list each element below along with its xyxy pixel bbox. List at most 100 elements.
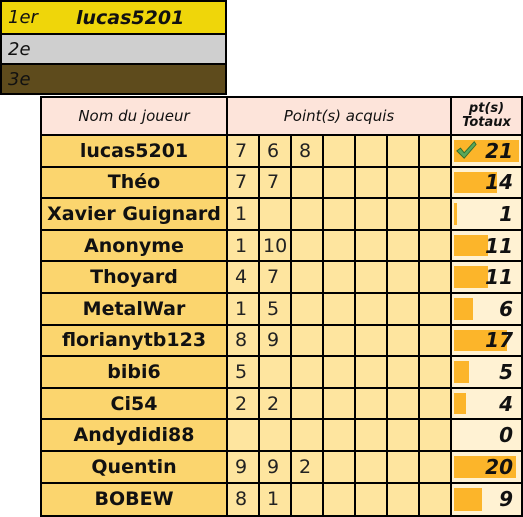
total-value: 20 <box>485 454 513 479</box>
point-cell: 2 <box>228 388 260 419</box>
point-cell <box>420 199 452 229</box>
point-cell <box>420 325 452 356</box>
point-cell <box>420 230 452 261</box>
podium-second: 2e <box>2 33 225 63</box>
header-total-line1: pt(s) <box>468 101 505 116</box>
point-cell: 8 <box>292 136 324 166</box>
table-body: lucas5201 7 6 8 21 Théo 7 7 14 Xavier Guignard 1 1 A… <box>42 136 521 516</box>
point-cell <box>420 451 452 482</box>
total-bar <box>454 487 482 512</box>
total-bar <box>454 361 469 383</box>
total-cell: 21 <box>452 136 521 166</box>
point-cell: 4 <box>228 262 260 292</box>
total-bar <box>454 234 488 257</box>
podium-rank: 3e <box>8 68 31 90</box>
point-cell <box>356 325 388 356</box>
total-cell: 1 <box>452 199 521 229</box>
point-cell <box>292 230 324 261</box>
player-name: Quentin <box>42 451 228 482</box>
point-cell <box>388 230 420 261</box>
table-row: BOBEW 8 1 9 <box>42 483 521 516</box>
podium: 1er lucas5201 2e 3e <box>0 0 227 95</box>
point-cell <box>388 357 420 387</box>
player-name: Anonyme <box>42 230 228 261</box>
table-row: bibi6 5 5 <box>42 357 521 389</box>
point-cell <box>356 388 388 419</box>
total-cell: 6 <box>452 293 521 324</box>
point-cell: 1 <box>228 230 260 261</box>
point-cell <box>420 167 452 198</box>
total-cell: 5 <box>452 357 521 387</box>
point-cell <box>292 388 324 419</box>
table-row: florianytb123 8 9 17 <box>42 325 521 358</box>
point-cell <box>388 199 420 229</box>
point-cell <box>388 451 420 482</box>
total-value: 11 <box>485 233 513 258</box>
total-value: 17 <box>485 328 513 353</box>
total-cell: 0 <box>452 420 521 450</box>
check-icon <box>456 141 477 159</box>
point-cell <box>356 293 388 324</box>
point-cell <box>420 262 452 292</box>
header-total-line2: Totaux <box>462 115 511 130</box>
table-row: Théo 7 7 14 <box>42 167 521 200</box>
total-value: 9 <box>499 487 513 512</box>
table-row: Thoyard 4 7 11 <box>42 262 521 294</box>
point-cell: 7 <box>228 136 260 166</box>
total-cell: 11 <box>452 262 521 292</box>
point-cell <box>388 167 420 198</box>
total-cell: 17 <box>452 325 521 356</box>
point-cell <box>292 325 324 356</box>
point-cell: 10 <box>260 230 292 261</box>
table-row: MetalWar 1 5 6 <box>42 293 521 326</box>
point-cell <box>292 483 324 516</box>
point-cell <box>292 357 324 387</box>
point-cell: 7 <box>228 167 260 198</box>
podium-name: lucas5201 <box>76 6 185 29</box>
point-cell <box>324 167 356 198</box>
table-row: Xavier Guignard 1 1 <box>42 199 521 231</box>
podium-rank: 2e <box>8 38 31 60</box>
total-cell: 9 <box>452 483 521 516</box>
table-header: Nom du joueur Point(s) acquis pt(s) Tota… <box>42 98 521 136</box>
point-cell: 9 <box>260 451 292 482</box>
table-row: Quentin 9 9 2 20 <box>42 451 521 484</box>
point-cell <box>356 167 388 198</box>
point-cell <box>292 420 324 450</box>
point-cell <box>356 357 388 387</box>
point-cell <box>292 293 324 324</box>
point-cell <box>324 388 356 419</box>
point-cell: 1 <box>228 293 260 324</box>
point-cell <box>420 388 452 419</box>
point-cell: 6 <box>260 136 292 166</box>
total-bar <box>454 392 466 415</box>
point-cell: 2 <box>260 388 292 419</box>
point-cell <box>356 262 388 292</box>
point-cell <box>324 136 356 166</box>
header-points: Point(s) acquis <box>228 98 452 134</box>
point-cell <box>228 420 260 450</box>
point-cell <box>260 420 292 450</box>
point-cell <box>324 293 356 324</box>
point-cell <box>420 483 452 516</box>
total-value: 6 <box>499 296 513 321</box>
point-cell <box>420 357 452 387</box>
total-bar <box>454 266 488 288</box>
point-cell <box>388 293 420 324</box>
point-cell <box>356 136 388 166</box>
point-cell <box>292 167 324 198</box>
point-cell <box>324 325 356 356</box>
point-cell <box>356 230 388 261</box>
player-name: bibi6 <box>42 357 228 387</box>
point-cell <box>260 357 292 387</box>
total-value: 21 <box>485 138 513 163</box>
point-cell: 7 <box>260 167 292 198</box>
total-cell: 14 <box>452 167 521 198</box>
player-name: BOBEW <box>42 483 228 516</box>
point-cell <box>388 325 420 356</box>
point-cell <box>324 420 356 450</box>
point-cell: 9 <box>260 325 292 356</box>
total-cell: 20 <box>452 451 521 482</box>
point-cell <box>324 230 356 261</box>
total-bar <box>454 297 473 320</box>
